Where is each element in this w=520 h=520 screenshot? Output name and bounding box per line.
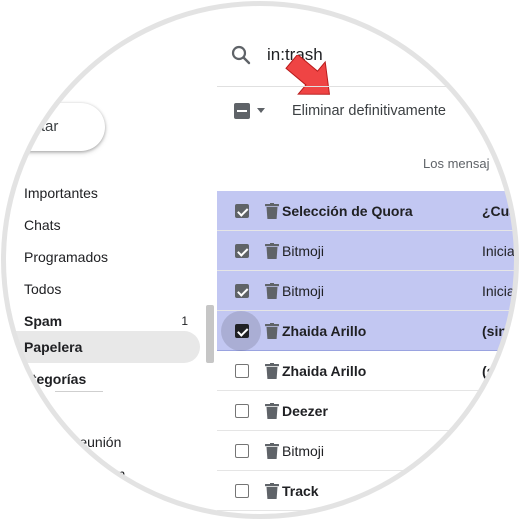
- trash-icon: [265, 283, 279, 299]
- search-icon[interactable]: [229, 43, 253, 67]
- sidebar-item-todos[interactable]: Todos: [5, 273, 200, 305]
- magnified-view: ail in:trash actar Importantes Chats Pro…: [5, 5, 515, 515]
- sidebar-item-programados[interactable]: Programados: [5, 241, 200, 273]
- message-sender: Zhaida Arillo: [282, 323, 367, 339]
- header-divider: [217, 86, 515, 87]
- message-row[interactable]: Track: [217, 471, 515, 511]
- sidebar-item-label: Spam: [24, 313, 63, 329]
- row-checkbox[interactable]: [235, 484, 249, 498]
- trash-icon: [265, 483, 279, 499]
- trash-icon: [265, 363, 279, 379]
- row-checkbox[interactable]: [235, 284, 249, 298]
- message-sender: Selección de Quora: [282, 203, 413, 219]
- message-row[interactable]: Zhaida Arillo (sin: [217, 311, 515, 351]
- gmail-logo-text: ail: [75, 45, 95, 66]
- sidebar-item-label: Programados: [24, 249, 109, 265]
- sidebar-item-importantes[interactable]: Importantes: [5, 177, 200, 209]
- message-row[interactable]: Selección de Quora ¿Cuá: [217, 191, 515, 231]
- sidebar-item-label: Todos: [24, 281, 62, 297]
- sidebar-scrollbar[interactable]: [206, 305, 214, 363]
- row-checkbox[interactable]: [235, 404, 249, 418]
- trash-info-text: Los mensaj: [423, 156, 490, 171]
- sidebar-item-chats[interactable]: Chats: [5, 209, 200, 241]
- row-checkbox[interactable]: [235, 444, 249, 458]
- trash-icon: [265, 403, 279, 419]
- message-sender: Bitmoji: [282, 243, 325, 259]
- sidebar-item-label: Papelera: [24, 339, 83, 355]
- row-checkbox[interactable]: [235, 364, 249, 378]
- message-row[interactable]: Deezer: [217, 391, 515, 431]
- message-row[interactable]: Bitmoji Inicia: [217, 231, 515, 271]
- message-sender: Track: [282, 483, 319, 499]
- row-checkbox[interactable]: [235, 324, 249, 338]
- message-subject: Inicia: [482, 243, 515, 259]
- message-subject: Inicia: [482, 283, 515, 299]
- message-subject: (si: [482, 363, 499, 379]
- message-subject: (sin: [482, 323, 507, 339]
- section-divider: [55, 391, 103, 392]
- caret-down-icon[interactable]: [257, 108, 265, 113]
- trash-icon: [265, 243, 279, 259]
- message-sender: Deezer: [282, 403, 328, 419]
- row-checkbox[interactable]: [235, 244, 249, 258]
- compose-button[interactable]: actar: [5, 103, 105, 151]
- message-sender: Zhaida Arillo: [282, 363, 367, 379]
- message-row[interactable]: Bitmoji: [217, 431, 515, 471]
- message-sender: Bitmoji: [282, 443, 325, 459]
- message-row[interactable]: Bitmoji Inicia: [217, 271, 515, 311]
- sidebar-item-label: Importantes: [24, 185, 98, 201]
- sidebar-item-label: Chats: [24, 217, 61, 233]
- meet-new-meeting-link[interactable]: a reunión: [63, 434, 121, 450]
- meet-join-meeting-link[interactable]: unión: [91, 466, 125, 482]
- row-checkbox[interactable]: [235, 204, 249, 218]
- trash-icon: [265, 443, 279, 459]
- delete-forever-button[interactable]: Eliminar definitivamente: [292, 103, 446, 119]
- message-subject: ¿Cuá: [482, 203, 515, 219]
- sidebar-item-papelera[interactable]: Papelera: [5, 331, 200, 363]
- sidebar-item-label: ategorías: [24, 371, 87, 387]
- select-all-checkbox[interactable]: [234, 103, 250, 119]
- message-sender: Bitmoji: [282, 283, 325, 299]
- trash-icon: [265, 203, 279, 219]
- arrow-pointer-icon: [285, 55, 331, 95]
- trash-icon: [265, 323, 279, 339]
- message-row[interactable]: Zhaida Arillo (si: [217, 351, 515, 391]
